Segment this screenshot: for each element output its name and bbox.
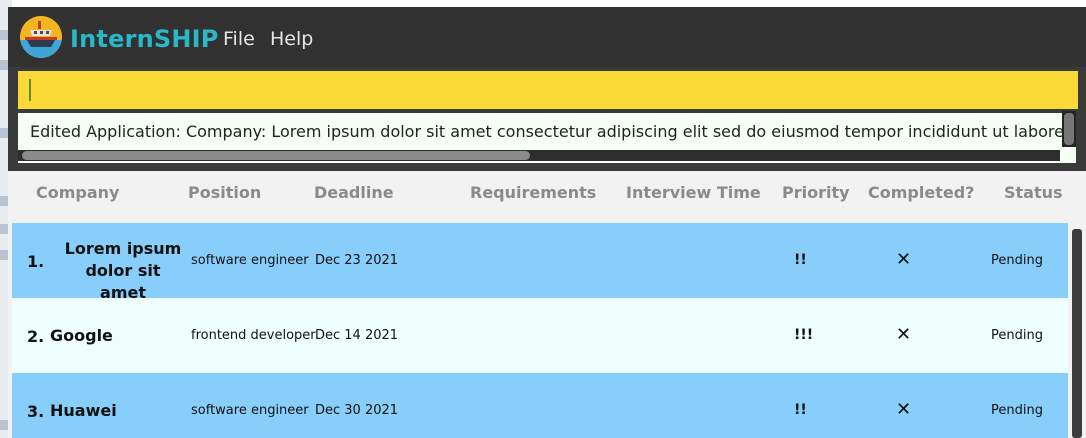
row-index: 2. [27,327,45,346]
column-header-interview-time: Interview Time [626,183,761,202]
row-index: 1. [27,252,45,271]
desktop-fragment [0,60,8,70]
position-cell: software engineer [191,253,309,268]
menu-help[interactable]: Help [270,28,313,50]
list-vertical-scrollbar[interactable] [1070,223,1084,438]
menu-file[interactable]: File [223,28,255,50]
position-cell: frontend developer [191,328,316,343]
desktop-fragment [0,420,8,430]
application-row[interactable]: 1. Lorem ipsum dolor sit amet software e… [12,223,1068,302]
position-cell: software engineer [191,403,309,418]
text-cursor [29,79,31,101]
desktop-fragment [0,250,8,260]
application-row[interactable]: 3. Huawei software engineer Dec 30 2021 … [12,373,1068,438]
desktop-fragment [0,196,8,206]
result-vertical-scrollbar[interactable] [1062,111,1076,147]
desktop-fragment [0,128,8,138]
priority-cell: !! [794,402,807,418]
app-title: InternSHIP [70,25,219,53]
scrollbar-thumb[interactable] [1072,229,1082,438]
desktop-fragment [0,30,8,40]
command-input[interactable] [34,71,1064,109]
priority-cell: !!! [794,327,814,343]
cross-icon: ✕ [896,324,912,345]
column-header-priority: Priority [782,183,850,202]
deadline-cell: Dec 23 2021 [315,253,399,268]
status-cell: Pending [991,328,1043,343]
application-list: 1. Lorem ipsum dolor sit amet software e… [12,223,1068,438]
company-name-line: Google [50,326,113,345]
column-header-completed: Completed? [868,183,975,202]
deadline-cell: Dec 14 2021 [315,328,399,343]
company-name: Google [50,325,113,347]
column-header-requirements: Requirements [470,183,597,202]
column-header-deadline: Deadline [314,183,394,202]
column-header-row: Company Position Deadline Requirements I… [8,171,1086,217]
status-cell: Pending [991,403,1043,418]
company-name-line: Huawei [50,401,117,420]
result-horizontal-scrollbar[interactable] [18,150,1060,161]
application-list-panel: Company Position Deadline Requirements I… [8,171,1086,438]
scrollbar-thumb[interactable] [1064,113,1074,145]
status-cell: Pending [991,253,1043,268]
column-header-position: Position [188,183,262,202]
application-row[interactable]: 2. Google frontend developer Dec 14 2021… [12,298,1068,373]
company-name: Lorem ipsum dolor sit amet [64,238,182,304]
deadline-cell: Dec 30 2021 [315,403,399,418]
column-header-status: Status [1004,183,1063,202]
result-message: Edited Application: Company: Lorem ipsum… [30,122,1076,141]
desktop-fragment [0,224,8,234]
app-window: InternSHIP File Help Edited Application:… [8,7,1086,438]
company-name: Huawei [50,400,117,422]
cross-icon: ✕ [896,399,912,420]
row-index: 3. [27,402,45,421]
column-header-company: Company [36,183,120,202]
scrollbar-thumb[interactable] [22,151,530,160]
cross-icon: ✕ [896,249,912,270]
priority-cell: !! [794,252,807,268]
menu-bar: InternSHIP File Help [8,7,1086,67]
command-box[interactable] [18,71,1078,109]
ship-logo-icon [20,16,62,58]
company-name-line: Lorem ipsum [64,239,182,258]
